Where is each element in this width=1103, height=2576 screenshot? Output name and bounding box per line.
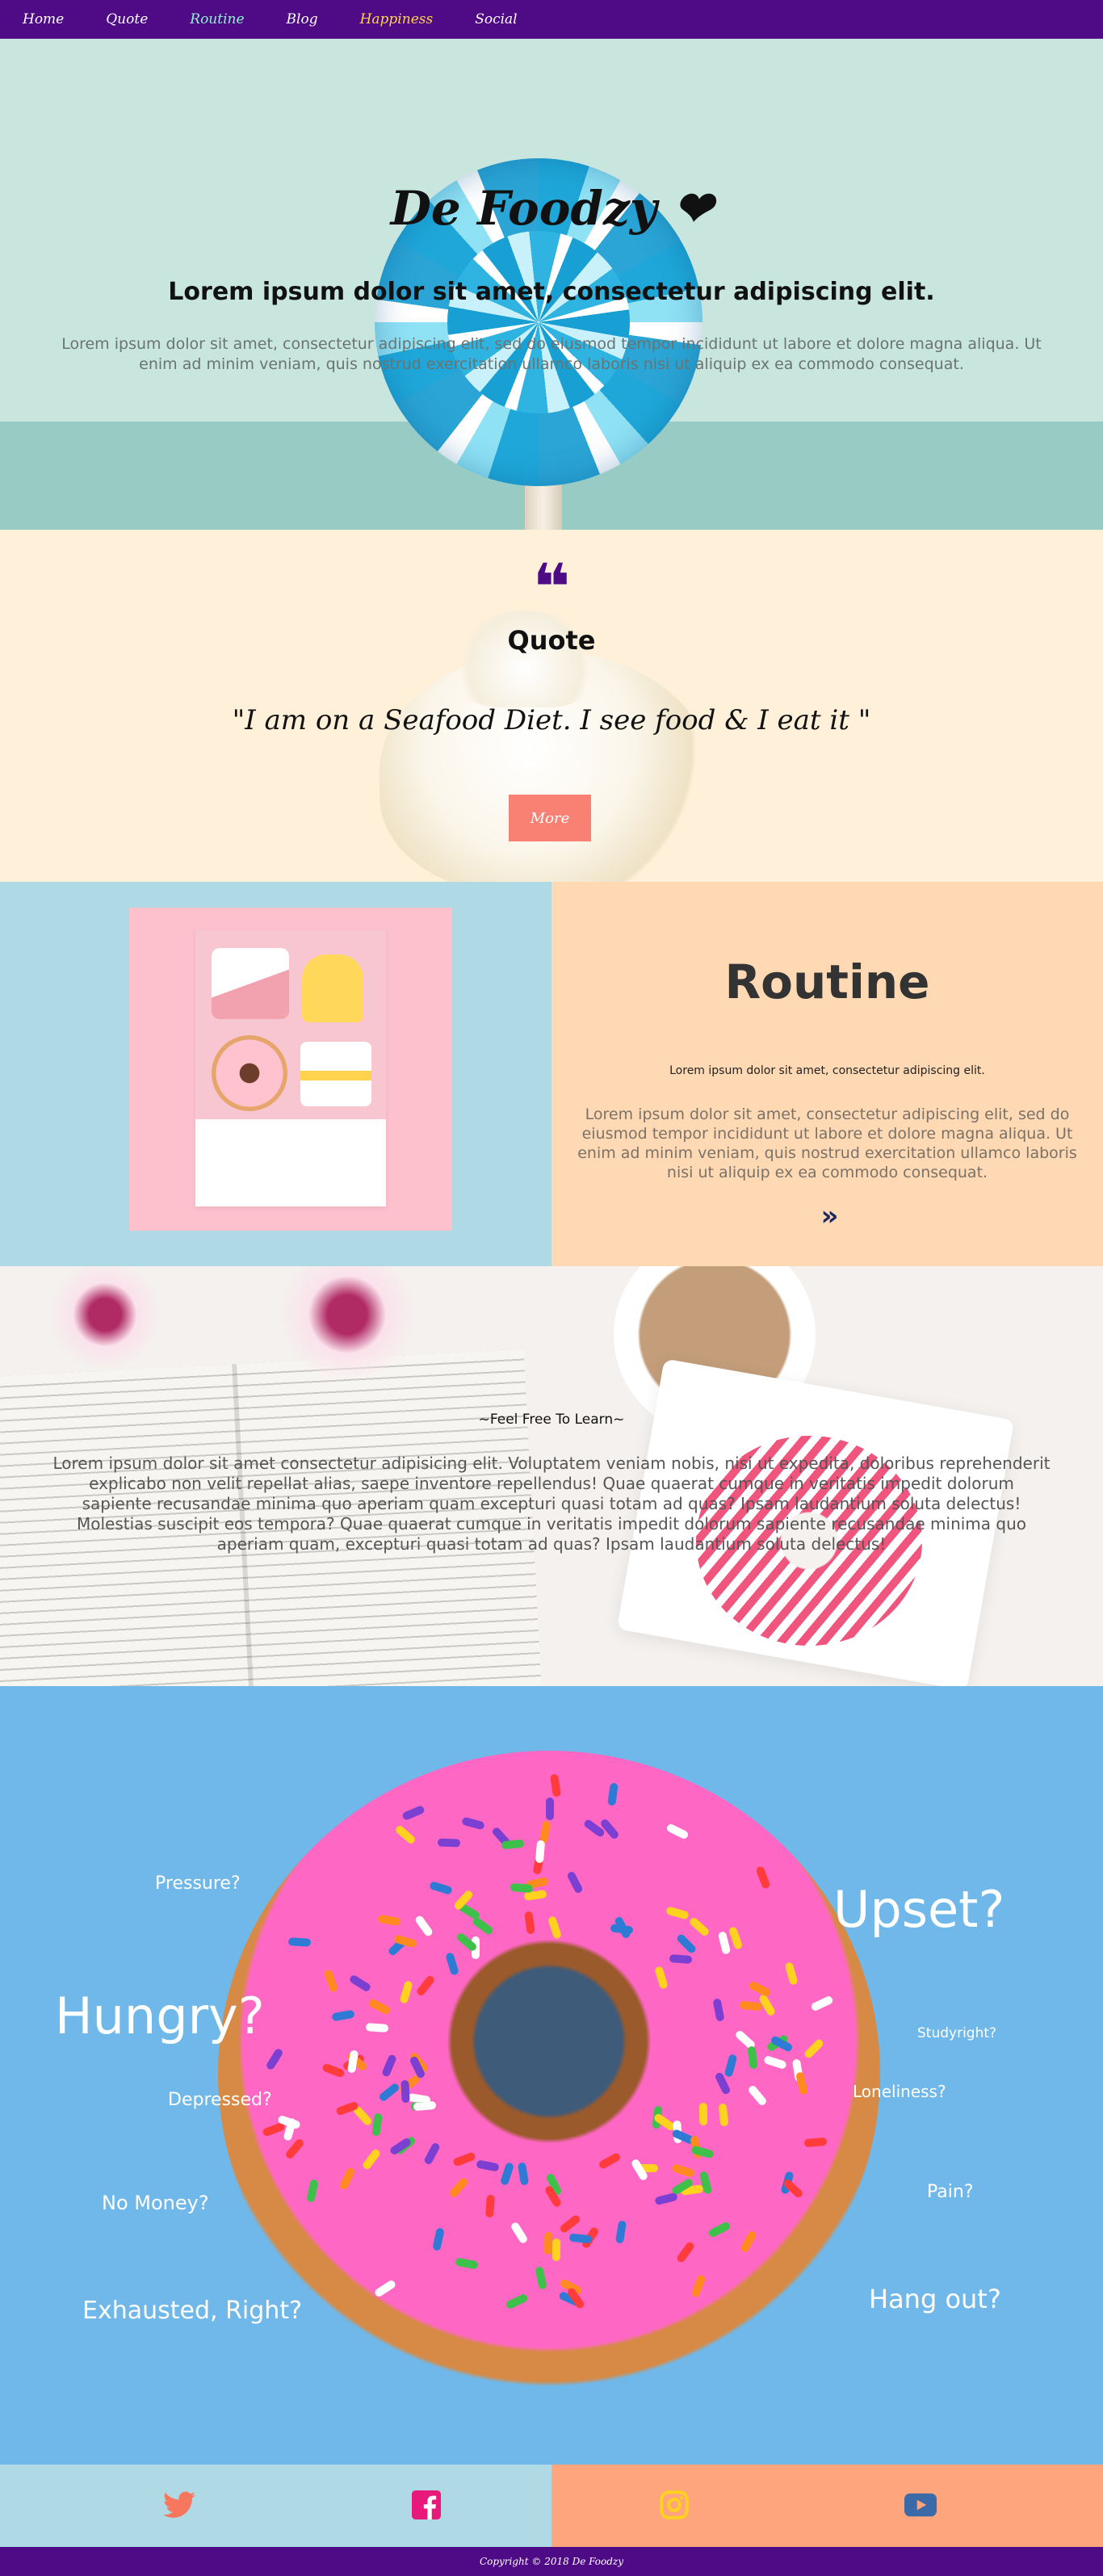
- sprinkle: [543, 2231, 553, 2255]
- hero-section: De Foodzy ❤ Lorem ipsum dolor sit amet, …: [0, 39, 1103, 530]
- quote-text: "I am on a Seafood Diet. I see food & I …: [232, 704, 871, 736]
- mini-cake-image: [300, 1042, 371, 1106]
- hero-subtitle: Lorem ipsum dolor sit amet, consectetur …: [168, 278, 935, 306]
- big-donut-image: [218, 1751, 880, 2397]
- routine-text-panel: Routine Lorem ipsum dolor sit amet, cons…: [552, 882, 1103, 1266]
- nav-quote-link[interactable]: Quote: [106, 11, 148, 27]
- twitter-icon[interactable]: [163, 2489, 195, 2521]
- copyright-text: Copyright © 2018 De Foodzy: [479, 2556, 624, 2567]
- cupcake-image: [302, 954, 363, 1022]
- social-right-panel: [552, 2465, 1103, 2547]
- cake-slice-image: [212, 948, 289, 1019]
- social-section: [0, 2465, 1103, 2547]
- sprinkle: [437, 1838, 460, 1848]
- learn-paragraph: Lorem ipsum dolor sit amet consectetur a…: [52, 1454, 1051, 1554]
- word-exhausted: Exhausted, Right?: [82, 2297, 303, 2325]
- social-left-panel: [0, 2465, 552, 2547]
- footer: Copyright © 2018 De Foodzy: [0, 2547, 1103, 2576]
- small-donut-image: [212, 1035, 287, 1111]
- word-loneliness: Loneliness?: [853, 2082, 946, 2101]
- nav-home-link[interactable]: Home: [23, 11, 64, 27]
- routine-subtitle: Lorem ipsum dolor sit amet, consectetur …: [669, 1064, 985, 1077]
- sprinkle: [535, 1840, 546, 1864]
- dessert-photo: [129, 908, 452, 1231]
- word-studyright: Studyright?: [917, 2025, 997, 2041]
- routine-image-panel: [0, 882, 552, 1266]
- sprinkle: [401, 2079, 410, 2103]
- word-pressure: Pressure?: [155, 1873, 241, 1894]
- word-hungry: Hungry?: [55, 1987, 265, 2045]
- word-upset: Upset?: [833, 1880, 1005, 1939]
- learn-section: ~Feel Free To Learn~ Lorem ipsum dolor s…: [0, 1266, 1103, 1686]
- nav-routine-link[interactable]: Routine: [190, 11, 244, 27]
- word-pain: Pain?: [927, 2182, 974, 2202]
- sprinkle: [546, 1797, 555, 1820]
- flower-image: [48, 1266, 161, 1371]
- dessert-card: [195, 930, 386, 1206]
- sprinkle: [552, 2238, 561, 2262]
- dessert-card-top: [195, 930, 386, 1119]
- routine-paragraph: Lorem ipsum dolor sit amet, consectetur …: [577, 1105, 1077, 1181]
- word-depressed: Depressed?: [168, 2090, 272, 2110]
- chevron-right-icon[interactable]: »: [552, 1200, 1103, 1232]
- hero-paragraph: Lorem ipsum dolor sit amet, consectetur …: [61, 335, 1042, 373]
- nav-happiness-link[interactable]: Happiness: [360, 11, 434, 27]
- instagram-icon[interactable]: [658, 2489, 690, 2521]
- nav-blog-link[interactable]: Blog: [287, 11, 318, 27]
- facebook-icon[interactable]: [410, 2489, 442, 2521]
- sprinkle: [698, 2102, 708, 2125]
- word-hang-out: Hang out?: [869, 2284, 1001, 2314]
- quote-icon: ❝: [532, 550, 571, 625]
- word-no-money: No Money?: [102, 2192, 209, 2214]
- site-title: De Foodzy ❤: [390, 181, 713, 236]
- quote-heading: Quote: [507, 625, 596, 656]
- routine-heading: Routine: [724, 954, 930, 1009]
- nav-social-link[interactable]: Social: [475, 11, 517, 27]
- learn-tagline: ~Feel Free To Learn~: [478, 1412, 625, 1428]
- sprinkle: [510, 1882, 534, 1893]
- more-button[interactable]: More: [509, 795, 591, 841]
- youtube-icon[interactable]: [904, 2489, 937, 2521]
- sprinkle: [413, 2100, 437, 2111]
- sprinkle: [669, 1953, 693, 1964]
- sprinkle: [287, 1937, 312, 1947]
- quote-section: ❝ Quote "I am on a Seafood Diet. I see f…: [0, 530, 1103, 882]
- top-nav: Home Quote Routine Blog Happiness Social: [0, 0, 1103, 39]
- happiness-section: Pressure? Upset? Hungry? Studyright? Dep…: [0, 1686, 1103, 2465]
